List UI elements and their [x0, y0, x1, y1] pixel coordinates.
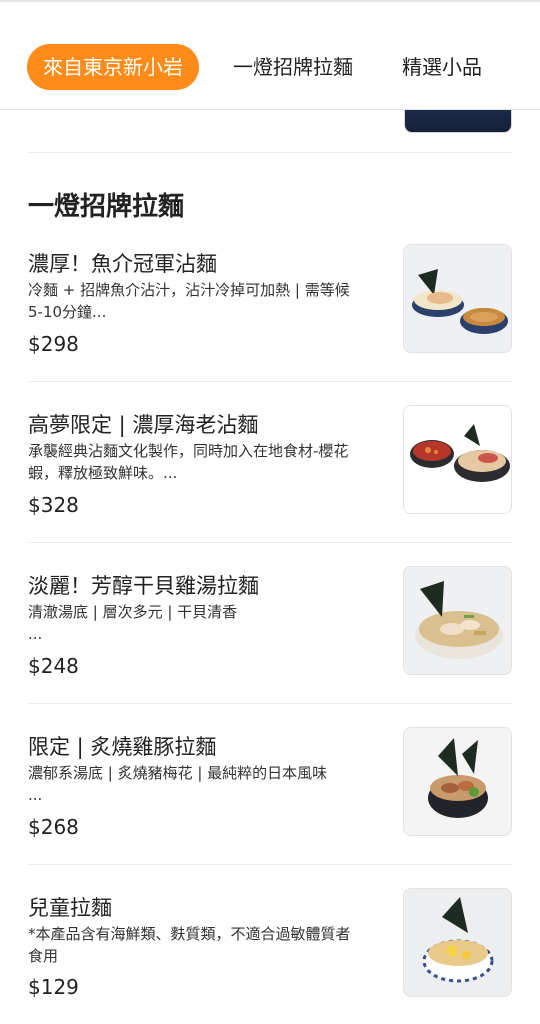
item-price: $248: [28, 654, 79, 678]
divider: [28, 542, 512, 543]
item-description: 冷麵 + 招牌魚介沾汁，沾汁冷掉可加熱 | 需等候 5-10分鐘...: [28, 281, 350, 321]
item-photo: [403, 405, 512, 514]
divider: [28, 381, 512, 382]
item-description: 濃郁系湯底 | 炙燒豬梅花 | 最純粹的日本風味 ...: [28, 764, 328, 804]
item-price: $129: [28, 975, 79, 999]
divider: [28, 864, 512, 865]
item-name: 高夢限定 | 濃厚海老沾麵: [28, 413, 259, 437]
item-price: $268: [28, 815, 79, 839]
item-name: 限定 | 炙燒雞豚拉麵: [28, 735, 217, 759]
menu-item[interactable]: 濃厚！魚介冠軍沾麵 冷麵 + 招牌魚介沾汁，沾汁冷掉可加熱 | 需等候 5-10…: [0, 244, 540, 404]
item-price: $298: [28, 332, 79, 356]
item-photo: [403, 566, 512, 675]
item-photo: [403, 244, 512, 353]
item-name: 兒童拉麵: [28, 896, 112, 920]
menu-scroll-area[interactable]: 一燈招牌拉麵 濃厚！魚介冠軍沾麵 冷麵 + 招牌魚介沾汁，沾汁冷掉可加熱 | 需…: [0, 0, 540, 1024]
tab-side-dishes[interactable]: 精選小品: [402, 44, 482, 90]
category-tab-bar: 來自東京新小岩 一燈招牌拉麵 精選小品: [0, 2, 540, 110]
tab-from-tokyo[interactable]: 來自東京新小岩: [27, 44, 199, 90]
item-name: 淡麗！芳醇干貝雞湯拉麵: [28, 574, 259, 598]
menu-item[interactable]: 限定 | 炙燒雞豚拉麵 濃郁系湯底 | 炙燒豬梅花 | 最純粹的日本風味 ...…: [0, 727, 540, 887]
menu-item[interactable]: 兒童拉麵 *本產品含有海鮮類、麩質類，不適合過敏體質者 食用 $129: [0, 888, 540, 1024]
item-price: $328: [28, 493, 79, 517]
divider: [28, 703, 512, 704]
item-description: *本產品含有海鮮類、麩質類，不適合過敏體質者 食用: [28, 925, 351, 965]
item-photo: [403, 888, 512, 997]
menu-item[interactable]: 淡麗！芳醇干貝雞湯拉麵 清澈湯底 | 層次多元 | 干貝清香 ... $248: [0, 566, 540, 726]
item-photo: [403, 727, 512, 836]
item-description: 清澈湯底 | 層次多元 | 干貝清香 ...: [28, 603, 238, 643]
section-title: 一燈招牌拉麵: [28, 192, 185, 222]
item-name: 濃厚！魚介冠軍沾麵: [28, 252, 217, 276]
item-description: 承襲經典沾麵文化製作，同時加入在地食材-櫻花 蝦，釋放極致鮮味。...: [28, 442, 349, 482]
tab-signature-ramen[interactable]: 一燈招牌拉麵: [233, 44, 353, 90]
menu-item[interactable]: 高夢限定 | 濃厚海老沾麵 承襲經典沾麵文化製作，同時加入在地食材-櫻花 蝦，釋…: [0, 405, 540, 565]
divider: [28, 152, 512, 153]
